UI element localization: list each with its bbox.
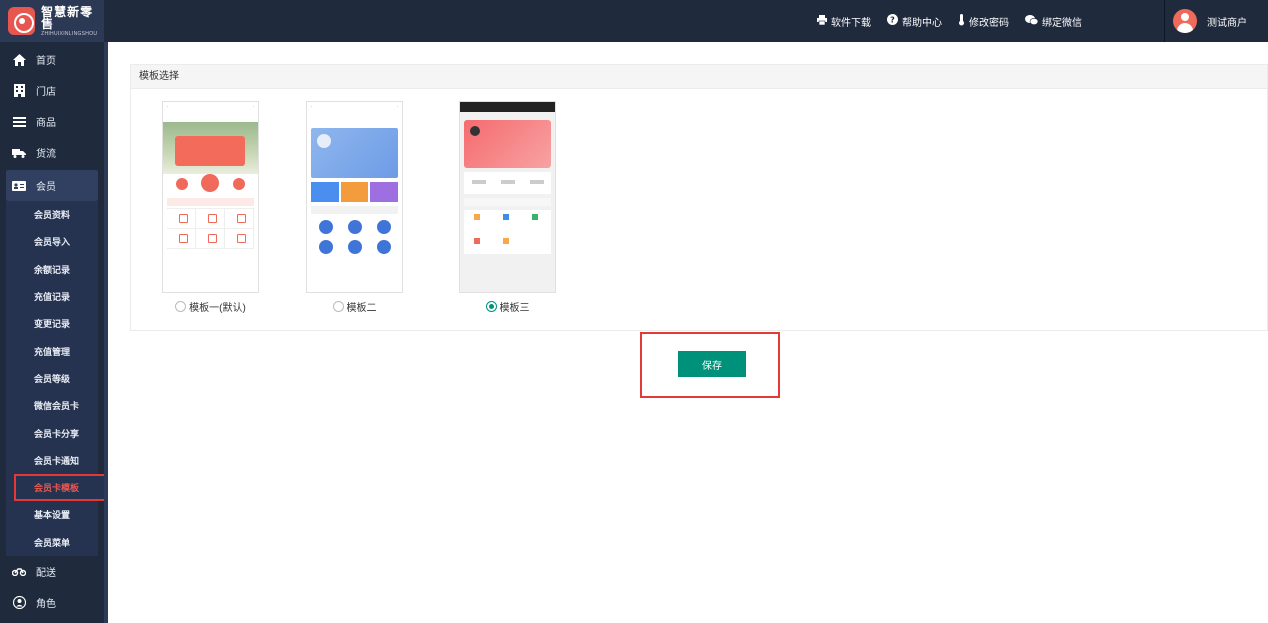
template-option-3[interactable]: 模板三 (459, 101, 556, 314)
sidebar-item-label: 会员 (36, 182, 56, 193)
points-icon (233, 178, 246, 190)
template-panel: 模板选择 · · 模板一(默认) · · 模板二 模板三 (130, 64, 1268, 331)
truck-icon (12, 146, 26, 160)
top-links: 软件下载 ? 帮助中心 修改密码 绑定微信 (817, 0, 1082, 42)
sidebar-item-label: 配送 (36, 567, 56, 579)
sidebar-item-goods[interactable]: 商品 (0, 106, 104, 137)
help-link[interactable]: ? 帮助中心 (887, 14, 942, 29)
svg-text:?: ? (890, 15, 895, 24)
template-preview-3[interactable] (459, 101, 556, 293)
home-icon (12, 53, 26, 67)
template-preview-2[interactable]: · · (306, 101, 403, 293)
submenu-item[interactable]: 会员菜单 (6, 529, 98, 556)
template-radio-2[interactable] (332, 301, 344, 312)
template-option-1[interactable]: · · 模板一(默认) (162, 101, 259, 314)
template-radio-1[interactable] (175, 301, 187, 312)
wechat-icon (1025, 14, 1039, 28)
submenu-item[interactable]: 会员卡通知 (6, 447, 98, 474)
panel-title: 模板选择 (131, 65, 1267, 89)
template-preview-1[interactable]: · · (162, 101, 259, 293)
sidebar-item-delivery[interactable]: 配送 (0, 556, 104, 587)
sidebar-item-label: 货流 (36, 149, 56, 160)
sidebar-item-member[interactable]: 会员 (6, 170, 98, 201)
motorcycle-icon (12, 564, 26, 578)
download-label: 软件下载 (831, 17, 871, 29)
submenu-item[interactable]: 会员卡分享 (6, 419, 98, 446)
sidebar: 智慧新零售 ZHIHUIXINLINGSHOU 首页 门店 商品 货流 会员 会… (0, 0, 108, 623)
help-icon: ? (887, 14, 898, 28)
brand-logo-icon (8, 7, 36, 35)
submenu-item[interactable]: 充值管理 (6, 337, 98, 364)
balance-icon (175, 178, 188, 190)
submenu-item[interactable]: 会员等级 (6, 365, 98, 392)
sidebar-item-logistics[interactable]: 货流 (0, 137, 104, 168)
sidebar-item-label: 角色 (36, 598, 56, 610)
user-circle-icon (12, 595, 26, 609)
template-option-2[interactable]: · · 模板二 (306, 101, 403, 314)
download-link[interactable]: 软件下载 (817, 14, 871, 29)
avatar (1173, 9, 1197, 33)
bind-wechat-label: 绑定微信 (1042, 17, 1082, 29)
user-name: 测试商户 (1207, 17, 1247, 29)
submenu-item-active[interactable]: 会员卡模板 (14, 473, 108, 502)
sidebar-item-home[interactable]: 首页 (0, 44, 104, 75)
submenu-item[interactable]: 充值记录 (6, 283, 98, 310)
submenu-item[interactable]: 变更记录 (6, 310, 98, 337)
template-label-2: 模板二 (346, 303, 377, 314)
template-radio-3[interactable] (485, 301, 497, 312)
brand-subtitle: ZHIHUIXINLINGSHOU (41, 30, 98, 37)
top-bar: 软件下载 ? 帮助中心 修改密码 绑定微信 测试商户 (104, 0, 1268, 42)
change-password-label: 修改密码 (969, 17, 1009, 29)
member-submenu: 会员资料 会员导入 余额记录 充值记录 变更记录 充值管理 会员等级 微信会员卡… (6, 201, 108, 556)
list-icon (12, 115, 26, 129)
template-label-3: 模板三 (499, 303, 530, 314)
bind-wechat-link[interactable]: 绑定微信 (1025, 14, 1082, 29)
main-content: 模板选择 · · 模板一(默认) · · 模板二 模板三 保存 (108, 42, 1268, 623)
building-icon (12, 84, 26, 98)
submenu-item[interactable]: 会员资料 (6, 201, 98, 228)
submenu-item[interactable]: 会员导入 (6, 228, 98, 255)
sidebar-item-label: 门店 (36, 87, 56, 98)
save-button[interactable]: 保存 (678, 351, 746, 377)
sidebar-item-label: 商品 (36, 118, 56, 129)
template-label-1: 模板一(默认) (189, 303, 246, 314)
sidebar-item-label: 首页 (36, 56, 56, 67)
printer-icon (817, 14, 827, 28)
thermometer-icon (958, 13, 965, 29)
user-menu[interactable]: 测试商户 (1164, 0, 1268, 42)
card-icon (201, 174, 220, 192)
sidebar-item-store[interactable]: 门店 (0, 75, 104, 106)
submenu-item[interactable]: 余额记录 (6, 256, 98, 283)
change-password-link[interactable]: 修改密码 (958, 13, 1009, 29)
help-label: 帮助中心 (902, 17, 942, 29)
brand-title: 智慧新零售 (41, 4, 94, 31)
submenu-item[interactable]: 微信会员卡 (6, 392, 98, 419)
submenu-item[interactable]: 基本设置 (6, 501, 98, 528)
id-card-icon (12, 179, 26, 193)
logo[interactable]: 智慧新零售 ZHIHUIXINLINGSHOU (0, 0, 104, 42)
sidebar-item-role[interactable]: 角色 (0, 587, 104, 618)
